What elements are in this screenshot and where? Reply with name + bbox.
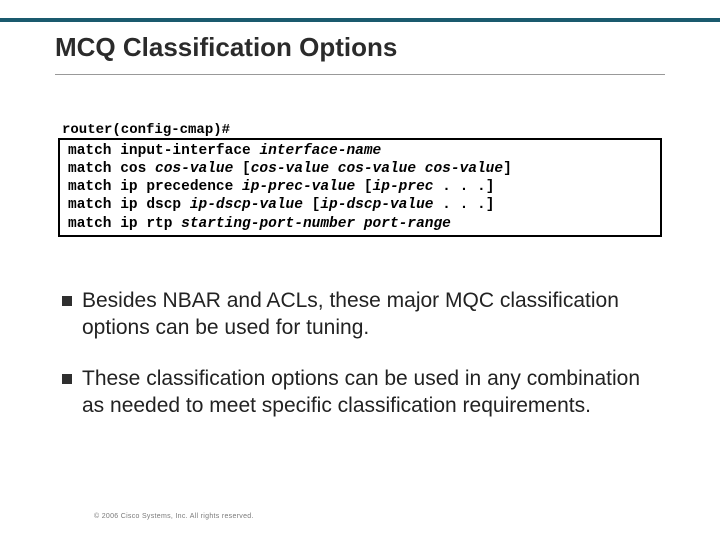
code-arg: interface-name [259, 143, 381, 159]
code-arg: ip-dscp-value [190, 197, 312, 213]
bullet-list: Besides NBAR and ACLs, these major MQC c… [62, 288, 662, 444]
code-line: match ip rtp starting-port-number port-r… [68, 215, 652, 233]
bullet-item: These classification options can be used… [62, 366, 662, 420]
code-arg: ip-prec [373, 179, 434, 195]
copyright-footer: © 2006 Cisco Systems, Inc. All rights re… [94, 513, 254, 520]
code-bracket: . . .] [433, 179, 494, 195]
code-line: match ip precedence ip-prec-value [ip-pr… [68, 178, 652, 196]
page-title: MCQ Classification Options [55, 32, 397, 63]
code-arg: ip-prec-value [242, 179, 364, 195]
code-arg: ip-dscp-value [320, 197, 433, 213]
code-keyword: match ip dscp [68, 197, 190, 213]
code-line: match input-interface interface-name [68, 142, 652, 160]
code-arg: cos-value [155, 161, 242, 177]
code-box: match input-interface interface-name mat… [58, 138, 662, 237]
cli-prompt: router(config-cmap)# [62, 122, 230, 138]
code-keyword: match cos [68, 161, 155, 177]
code-bracket: [ [364, 179, 373, 195]
code-line: match cos cos-value [cos-value cos-value… [68, 160, 652, 178]
code-bracket: . . .] [433, 197, 494, 213]
title-underline [55, 74, 665, 75]
code-line: match ip dscp ip-dscp-value [ip-dscp-val… [68, 196, 652, 214]
code-keyword: match input-interface [68, 143, 259, 159]
top-rule [0, 18, 720, 22]
code-bracket: ] [503, 161, 512, 177]
code-keyword: match ip precedence [68, 179, 242, 195]
code-keyword: match ip rtp [68, 216, 181, 232]
code-bracket: [ [242, 161, 251, 177]
bullet-item: Besides NBAR and ACLs, these major MQC c… [62, 288, 662, 342]
code-arg: starting-port-number port-range [181, 216, 451, 232]
code-arg: cos-value cos-value cos-value [251, 161, 503, 177]
